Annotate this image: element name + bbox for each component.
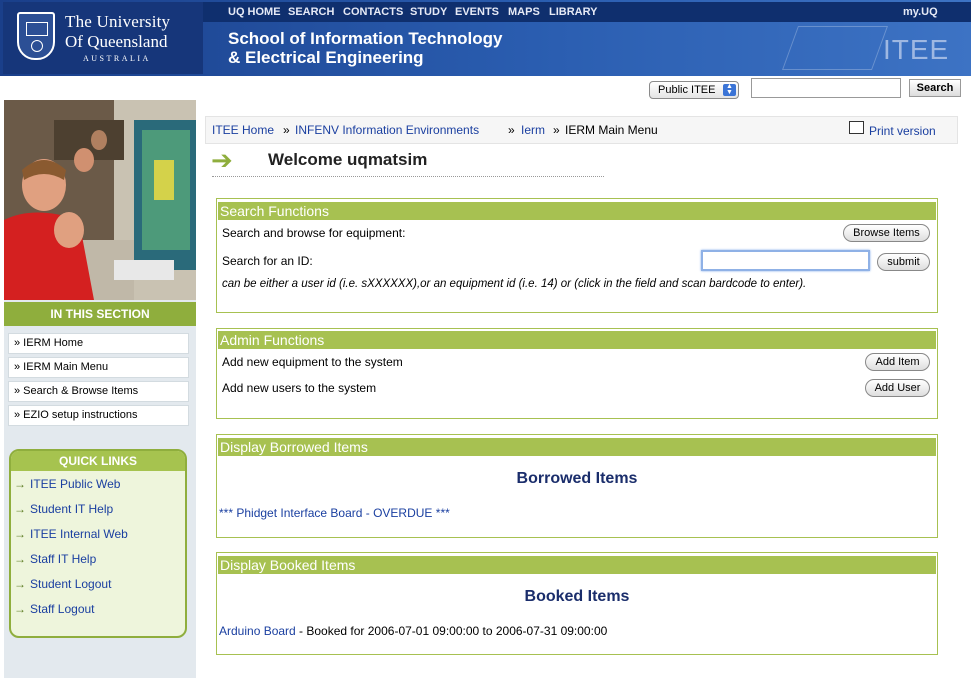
add-users-label: Add new users to the system (222, 381, 377, 395)
nav-events[interactable]: EVENTS (455, 6, 499, 18)
breadcrumb-separator: » (553, 123, 560, 137)
borrowed-items-title: Borrowed Items (516, 470, 638, 487)
divider (212, 176, 604, 177)
section-item-ierm-main-menu[interactable]: » IERM Main Menu (8, 357, 189, 378)
section-item-ezio-setup[interactable]: » EZIO setup instructions (8, 405, 189, 426)
arrow-right-icon: → (14, 527, 26, 541)
select-arrows-icon: ▲ ▼ (723, 83, 736, 96)
quick-link-itee-public-web[interactable]: → ITEE Public Web (14, 477, 120, 491)
breadcrumb-infenv[interactable]: INFENV Information Environments (295, 123, 479, 137)
quick-links-heading: QUICK LINKS (11, 451, 185, 471)
quick-link-label: Student IT Help (30, 502, 114, 516)
breadcrumb-ierm[interactable]: Ierm (521, 123, 545, 137)
page-title: Welcome uqmatsim (268, 150, 428, 169)
header-decoration (781, 26, 889, 70)
arrow-right-icon: → (14, 502, 26, 516)
quick-link-itee-internal-web[interactable]: → ITEE Internal Web (14, 527, 128, 541)
print-version-link[interactable]: Print version (869, 124, 936, 138)
uq-name-line1: The University (65, 12, 171, 31)
add-item-button[interactable]: Add Item (865, 353, 930, 371)
quick-link-label: ITEE Public Web (30, 477, 121, 491)
id-search-hint: can be either a user id (i.e. sXXXXXX),o… (222, 278, 807, 290)
breadcrumb-itee-home[interactable]: ITEE Home (212, 123, 274, 137)
admin-functions-heading: Admin Functions (218, 331, 936, 349)
nav-search[interactable]: SEARCH (288, 6, 334, 18)
id-search-input[interactable] (701, 250, 870, 271)
site-search-button[interactable]: Search (909, 79, 961, 97)
submit-button[interactable]: submit (877, 253, 930, 271)
borrowed-item-link[interactable]: *** Phidget Interface Board - OVERDUE **… (219, 506, 450, 520)
uq-name-line3: AUSTRALIA (83, 54, 151, 63)
arrow-right-icon: → (14, 552, 26, 566)
section-item-search-browse[interactable]: » Search & Browse Items (8, 381, 189, 402)
add-equipment-label: Add new equipment to the system (222, 355, 403, 369)
booked-items-title: Booked Items (524, 588, 630, 605)
borrowed-items-heading: Display Borrowed Items (218, 438, 936, 456)
quick-link-label: Staff Logout (30, 602, 95, 616)
arrow-right-icon: → (14, 602, 26, 616)
uq-name-line2: Of Queensland (65, 32, 168, 51)
quick-link-staff-it-help[interactable]: → Staff IT Help (14, 552, 96, 566)
browse-label: Search and browse for equipment: (222, 226, 406, 240)
arrow-right-icon: ➔ (211, 145, 233, 175)
top-nav: UQ HOME SEARCH CONTACTS STUDY EVENTS MAP… (203, 2, 971, 22)
in-this-section-heading: IN THIS SECTION (4, 302, 196, 326)
booked-item-link[interactable]: Arduino Board (219, 624, 296, 638)
school-name-line2: & Electrical Engineering (228, 48, 424, 67)
section-item-ierm-home[interactable]: » IERM Home (8, 333, 189, 354)
arrow-right-icon: → (14, 577, 26, 591)
nav-my-uq[interactable]: my.UQ (903, 6, 938, 18)
nav-contacts[interactable]: CONTACTS (343, 6, 403, 18)
add-user-button[interactable]: Add User (865, 379, 930, 397)
search-functions-heading: Search Functions (218, 202, 936, 220)
nav-library[interactable]: LIBRARY (549, 6, 597, 18)
quick-link-staff-logout[interactable]: → Staff Logout (14, 602, 95, 616)
quick-link-student-logout[interactable]: → Student Logout (14, 577, 111, 591)
id-search-label: Search for an ID: (222, 254, 313, 268)
search-scope-select[interactable]: Public ITEE ▲ ▼ (649, 81, 739, 99)
quick-link-label: Staff IT Help (30, 552, 97, 566)
nav-uq-home[interactable]: UQ HOME (228, 6, 281, 18)
lab-photo (4, 100, 196, 300)
breadcrumb-current: IERM Main Menu (565, 123, 658, 137)
uq-crest-icon (17, 12, 55, 60)
site-search-input[interactable] (751, 78, 901, 98)
uq-logo[interactable]: The University Of Queensland AUSTRALIA (3, 2, 203, 74)
nav-study[interactable]: STUDY (410, 6, 447, 18)
nav-maps[interactable]: MAPS (508, 6, 540, 18)
quick-link-label: Student Logout (30, 577, 112, 591)
booked-items-heading: Display Booked Items (218, 556, 936, 574)
browse-items-button[interactable]: Browse Items (843, 224, 930, 242)
printer-icon[interactable] (849, 121, 864, 134)
breadcrumb-separator: » (508, 123, 515, 137)
breadcrumb-separator: » (283, 123, 290, 137)
arrow-right-icon: → (14, 477, 26, 491)
quick-link-student-it-help[interactable]: → Student IT Help (14, 502, 113, 516)
school-name-line1: School of Information Technology (228, 29, 503, 48)
booked-item: Arduino Board - Booked for 2006-07-01 09… (219, 624, 607, 638)
itee-brand: ITEE (883, 34, 950, 65)
quick-link-label: ITEE Internal Web (30, 527, 128, 541)
search-scope-value: Public ITEE (658, 84, 716, 96)
booked-item-details: - Booked for 2006-07-01 09:00:00 to 2006… (295, 624, 608, 638)
